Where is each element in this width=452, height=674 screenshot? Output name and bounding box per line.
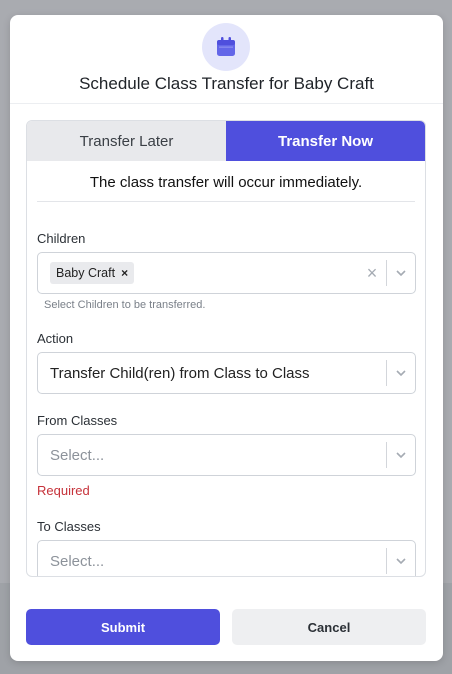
- submit-button[interactable]: Submit: [26, 609, 220, 645]
- to-classes-select[interactable]: Select...: [37, 540, 416, 576]
- transfer-notice: The class transfer will occur immediatel…: [89, 174, 363, 191]
- from-classes-error: Required: [37, 483, 90, 498]
- action-label: Action: [37, 331, 74, 346]
- transfer-form-card: Transfer Later Transfer Now The class tr…: [26, 120, 426, 577]
- calendar-icon: [202, 23, 250, 71]
- child-chip: Baby Craft ×: [50, 262, 135, 284]
- chevron-down-icon[interactable]: [387, 435, 415, 475]
- children-select-value: Baby Craft ×: [38, 262, 358, 284]
- from-classes-placeholder: Select...: [50, 446, 105, 464]
- transfer-tabs: Transfer Later Transfer Now: [27, 121, 425, 161]
- action-select[interactable]: Transfer Child(ren) from Class to Class: [37, 352, 416, 394]
- from-classes-label: From Classes: [37, 413, 118, 428]
- to-classes-placeholder: Select...: [50, 552, 105, 570]
- children-label: Children: [37, 231, 86, 246]
- modal-title: Schedule Class Transfer for Baby Craft: [79, 74, 374, 93]
- transfer-modal: Schedule Class Transfer for Baby Craft T…: [10, 15, 443, 661]
- children-helper-text: Select Children to be transferred.: [44, 299, 206, 311]
- chevron-down-icon[interactable]: [387, 253, 415, 293]
- chevron-down-icon[interactable]: [387, 353, 415, 393]
- clear-icon[interactable]: ×: [358, 263, 386, 284]
- cancel-button[interactable]: Cancel: [232, 609, 426, 645]
- children-select[interactable]: Baby Craft × ×: [37, 252, 416, 294]
- child-chip-label: Baby Craft: [56, 266, 116, 280]
- tab-transfer-now[interactable]: Transfer Now: [226, 121, 425, 161]
- header-divider: [10, 103, 443, 104]
- chip-remove-icon[interactable]: ×: [121, 266, 128, 280]
- tab-transfer-later[interactable]: Transfer Later: [27, 121, 226, 161]
- to-classes-label: To Classes: [37, 519, 101, 534]
- action-select-value: Transfer Child(ren) from Class to Class: [50, 364, 310, 382]
- chevron-down-icon[interactable]: [387, 541, 415, 576]
- from-classes-select[interactable]: Select...: [37, 434, 416, 476]
- notice-divider: [37, 201, 415, 202]
